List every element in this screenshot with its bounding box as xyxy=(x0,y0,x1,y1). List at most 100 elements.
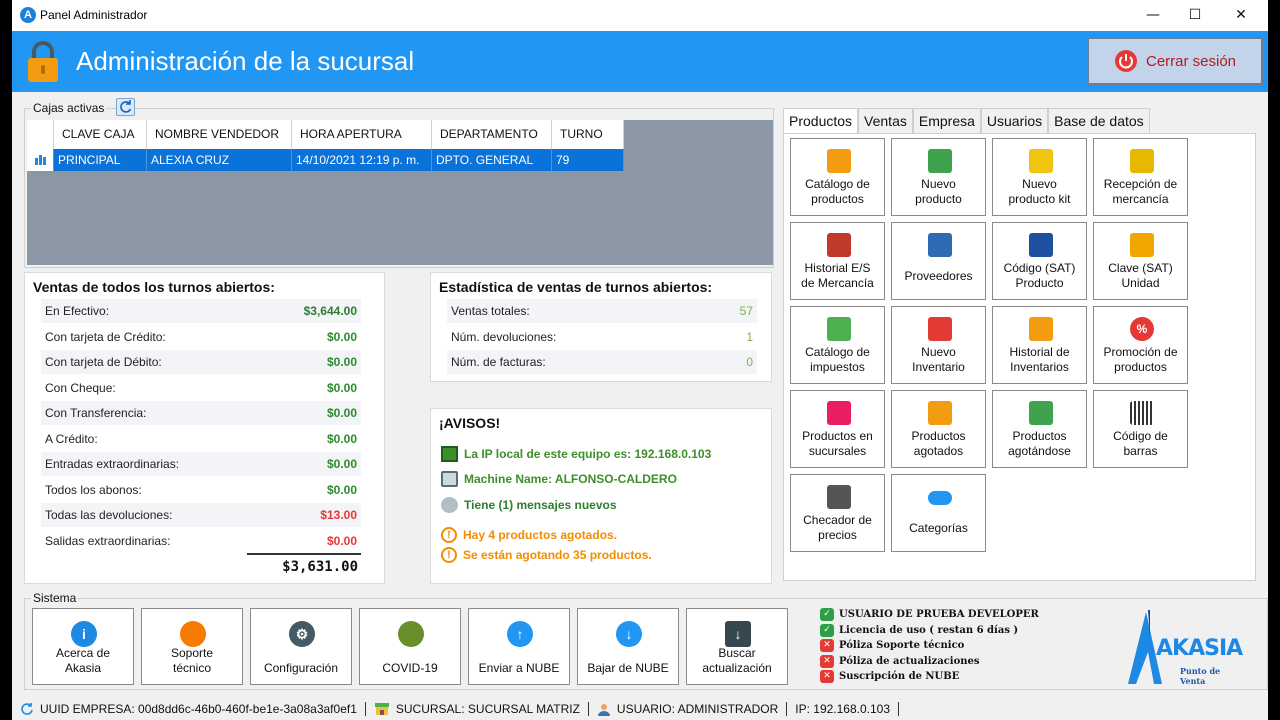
column-header[interactable]: CLAVE CAJA xyxy=(54,120,147,149)
toolbox-icon xyxy=(1029,149,1053,173)
chart-icon xyxy=(35,155,46,165)
estadistica-row-value: 57 xyxy=(739,304,753,318)
transfer-icon xyxy=(827,401,851,425)
product-button-line1: Clave (SAT) xyxy=(1108,261,1173,275)
ventas-row: Todos los abonos: $0.00 xyxy=(41,478,361,502)
product-button-catálogo-de-productos[interactable]: Catálogo de productos xyxy=(790,138,885,216)
ventas-row: Con Transferencia: $0.00 xyxy=(41,401,361,425)
green-box-icon xyxy=(928,149,952,173)
product-button-código-sat-producto[interactable]: Código (SAT) Producto xyxy=(992,222,1087,300)
aviso-item[interactable]: La IP local de este equipo es: 192.168.0… xyxy=(441,445,711,463)
system-button-soporte-técnico[interactable]: Soporte técnico xyxy=(141,608,243,685)
product-button-promoción-de-productos[interactable]: % Promoción de productos xyxy=(1093,306,1188,384)
usuario-text: USUARIO: ADMINISTRADOR xyxy=(616,701,779,716)
aviso-item[interactable]: Machine Name: ALFONSO-CALDERO xyxy=(441,470,677,488)
title-bar: A Panel Administrador — ☐ ✕ xyxy=(12,0,1268,31)
ventas-row-label: Salidas extraordinarias: xyxy=(45,533,171,548)
row-selector[interactable] xyxy=(27,149,54,171)
refresh-button[interactable] xyxy=(116,98,135,116)
system-button-buscar-actualización[interactable]: ↓ Buscar actualización xyxy=(686,608,788,685)
product-button-label: Promoción de productos xyxy=(1096,345,1185,375)
virus-icon xyxy=(398,621,424,647)
product-button-nuevo-producto[interactable]: Nuevo producto xyxy=(891,138,986,216)
product-button-productos-agotándose[interactable]: Productos agotándose xyxy=(992,390,1087,468)
tab-usuarios[interactable]: Usuarios xyxy=(980,108,1049,133)
column-header[interactable]: DEPARTAMENTO xyxy=(432,120,552,149)
system-button-label: Bajar de NUBE xyxy=(580,661,676,676)
ventas-row-label: A Crédito: xyxy=(45,431,98,446)
estadistica-panel: Estadística de ventas de turnos abiertos… xyxy=(430,272,772,382)
ventas-row: Con tarjeta de Crédito: $0.00 xyxy=(41,325,361,349)
close-button[interactable]: ✕ xyxy=(1218,0,1264,31)
system-button-line2: actualización xyxy=(702,661,772,675)
product-button-label: Catálogo de productos xyxy=(793,177,882,207)
system-button-acerca-de-akasia[interactable]: i Acerca de Akasia xyxy=(32,608,134,685)
system-button-line2: COVID-19 xyxy=(382,661,438,675)
column-header[interactable]: HORA APERTURA xyxy=(292,120,432,149)
system-button-bajar-de-nube[interactable]: ↓ Bajar de NUBE xyxy=(577,608,679,685)
cloud-upload-icon: ↑ xyxy=(507,621,533,647)
cajas-group-label: Cajas activas xyxy=(31,101,107,115)
tab-productos[interactable]: Productos xyxy=(783,108,859,134)
tab-ventas[interactable]: Ventas xyxy=(858,108,913,133)
table-row[interactable]: PRINCIPAL ALEXIA CRUZ 14/10/2021 12:19 p… xyxy=(27,149,624,171)
product-button-código-de-barras[interactable]: Código de barras xyxy=(1093,390,1188,468)
cart-icon xyxy=(1130,149,1154,173)
ventas-row-label: En Efectivo: xyxy=(45,304,110,318)
column-header[interactable]: TURNO xyxy=(552,120,624,149)
license-text: Póliza de actualizaciones xyxy=(839,655,980,667)
system-button-enviar-a-nube[interactable]: ↑ Enviar a NUBE xyxy=(468,608,570,685)
aviso-item[interactable]: Tiene (1) mensajes nuevos xyxy=(441,496,617,514)
minimize-button[interactable]: — xyxy=(1130,0,1176,31)
product-button-proveedores[interactable]: Proveedores xyxy=(891,222,986,300)
ventas-row: En Efectivo: $3,644.00 xyxy=(41,299,361,323)
aviso-item[interactable]: ! Se están agotando 35 productos. xyxy=(441,546,652,564)
column-header[interactable]: NOMBRE VENDEDOR xyxy=(147,120,292,149)
product-button-label: Nuevo producto kit xyxy=(995,177,1084,207)
product-button-categorías[interactable]: Categorías xyxy=(891,474,986,552)
ventas-row-label: Con tarjeta de Crédito: xyxy=(45,329,166,344)
system-button-covid-19[interactable]: COVID-19 xyxy=(359,608,461,685)
aviso-item[interactable]: ! Hay 4 productos agotados. xyxy=(441,526,617,544)
system-button-label: Buscar actualización xyxy=(689,646,785,676)
product-button-historial-e-s-de-mercancía[interactable]: Historial E/S de Mercancía xyxy=(790,222,885,300)
ip-text: IP: 192.168.0.103 xyxy=(795,701,891,716)
product-button-label: Productos agotándose xyxy=(995,429,1084,459)
ventas-row: Entradas extraordinarias: $0.00 xyxy=(41,452,361,476)
tab-empresa[interactable]: Empresa xyxy=(912,108,981,133)
product-button-line1: Productos en xyxy=(802,429,873,443)
check-icon: ✓ xyxy=(820,608,834,621)
product-button-clave-sat-unidad[interactable]: Clave (SAT) Unidad xyxy=(1093,222,1188,300)
product-button-productos-agotados[interactable]: Productos agotados xyxy=(891,390,986,468)
status-usuario: USUARIO: ADMINISTRADOR xyxy=(589,702,786,716)
ventas-row-value: $0.00 xyxy=(326,431,357,446)
check-icon: ✓ xyxy=(820,623,834,637)
productos-tab-panel: Catálogo de productos Nuevo producto Nuevo pr… xyxy=(783,133,1256,581)
product-button-nuevo-inventario[interactable]: Nuevo Inventario xyxy=(891,306,986,384)
cross-icon: ✕ xyxy=(820,670,834,683)
tab-strip: Productos Ventas Empresa Usuarios Base de da… xyxy=(783,108,1150,134)
product-button-recepción-de-mercancía[interactable]: Recepción de mercancía xyxy=(1093,138,1188,216)
product-button-productos-en-sucursales[interactable]: Productos en sucursales xyxy=(790,390,885,468)
product-button-line2: de Mercancía xyxy=(801,276,874,290)
product-button-label: Nuevo Inventario xyxy=(894,345,983,375)
ventas-row: Salidas extraordinarias: $0.00 xyxy=(41,529,361,553)
product-button-label: Código de barras xyxy=(1096,429,1185,459)
tab-base-de-datos[interactable]: Base de datos xyxy=(1048,108,1150,133)
product-button-historial-de-inventarios[interactable]: Historial de Inventarios xyxy=(992,306,1087,384)
product-button-line2: sucursales xyxy=(808,444,867,458)
system-button-configuración[interactable]: ⚙ Configuración xyxy=(250,608,352,685)
ventas-row: Todas las devoluciones: $13.00 xyxy=(41,503,361,527)
logout-button[interactable]: Cerrar sesión xyxy=(1087,37,1263,85)
product-button-nuevo-producto-kit[interactable]: Nuevo producto kit xyxy=(992,138,1087,216)
license-text: Licencia de uso ( restan 6 días ) xyxy=(839,624,1019,636)
store-icon xyxy=(374,702,389,715)
product-button-checador-de-precios[interactable]: Checador de precios xyxy=(790,474,885,552)
license-item: ✕ Póliza de actualizaciones xyxy=(820,654,980,668)
ventas-row-label: Entradas extraordinarias: xyxy=(45,457,180,471)
product-button-catálogo-de-impuestos[interactable]: Catálogo de impuestos xyxy=(790,306,885,384)
maximize-button[interactable]: ☐ xyxy=(1172,0,1218,31)
cloud-download-icon: ↓ xyxy=(616,621,642,647)
ventas-row: A Crédito: $0.00 xyxy=(41,427,361,451)
product-button-line2: Inventarios xyxy=(1010,360,1069,374)
